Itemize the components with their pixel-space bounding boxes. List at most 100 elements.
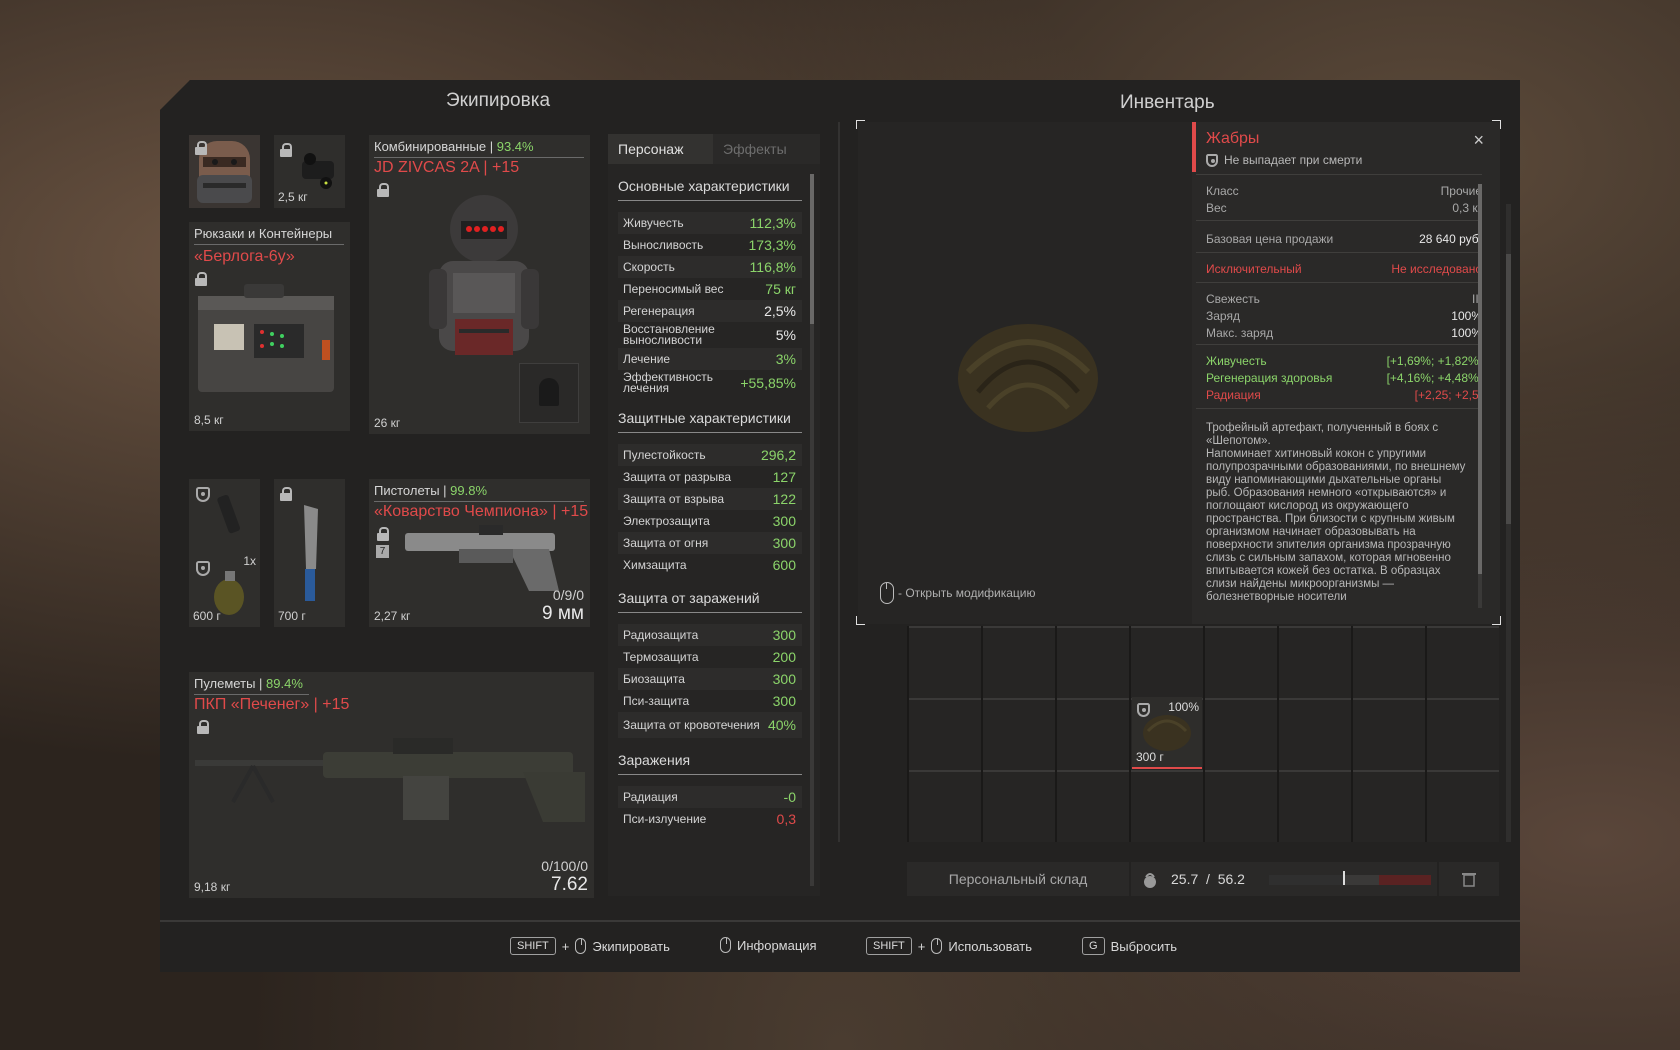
- device-weight: 2,5 кг: [278, 190, 308, 204]
- effect-row: Живучесть [+1,69%; +1,82%]: [1206, 354, 1482, 368]
- grenade-slot[interactable]: 1x 600 г: [189, 479, 260, 627]
- stat-row: Защита от разрыва 127: [618, 466, 802, 488]
- pistol-ammo: 0/9/0: [552, 587, 584, 603]
- stats-section-title: Основные характеристики: [618, 178, 802, 201]
- key-cap: SHIFT: [510, 937, 556, 955]
- info-scrollbar-thumb[interactable]: [1478, 184, 1482, 574]
- effect-row: Регенерация здоровья [+4,16%; +4,48%]: [1206, 371, 1482, 385]
- stat-name: Защита от огня: [623, 535, 709, 550]
- info-divider: [1196, 252, 1482, 253]
- inventory-grid[interactable]: [907, 626, 1499, 842]
- price-label: Базовая цена продажи: [1206, 232, 1334, 246]
- max-charge-row: Макс. заряд 100%: [1206, 326, 1482, 340]
- artifact-gills-icon: [1143, 715, 1191, 751]
- stat-value: 296,2: [760, 447, 796, 463]
- machine-gun-icon: [195, 738, 585, 822]
- trash-button[interactable]: [1439, 862, 1499, 896]
- rarity-label: Исключительный: [1206, 262, 1302, 276]
- stat-name: Переносимый вес: [623, 281, 724, 296]
- hint-2: SHIFT + Использовать: [866, 937, 1032, 955]
- armor-category-line: Комбинированные | 93.4%: [374, 139, 534, 154]
- effect-row: Радиация [+2,25; +2,5]: [1206, 388, 1482, 402]
- charge-label: Заряд: [1206, 309, 1240, 323]
- stats-section-title: Защитные характеристики: [618, 410, 802, 433]
- stat-value: 300: [772, 535, 796, 551]
- grenade-weight: 600 г: [193, 609, 221, 623]
- device-slot[interactable]: 2,5 кг: [274, 135, 345, 208]
- pistol-durability: 99.8%: [450, 483, 488, 498]
- plus-sign: +: [561, 938, 570, 954]
- stat-row: Химзащита 600: [618, 554, 802, 576]
- mg-slot[interactable]: Пулеметы | 89.4% ПКП «Печенег» | +15 0/1…: [189, 672, 594, 898]
- stat-name: Скорость: [623, 259, 675, 274]
- effect-value: [+4,16%; +4,48%]: [1386, 371, 1482, 385]
- info-scrollbar[interactable]: [1478, 184, 1482, 608]
- weight-row: Вес 0,3 кг: [1206, 201, 1482, 215]
- effect-name: Живучесть: [1206, 354, 1267, 368]
- open-mod-hint-text: - Открыть модификацию: [898, 586, 1036, 600]
- stat-name: Защита от кровотечения: [623, 717, 760, 732]
- stat-name: Радиозащита: [623, 627, 699, 642]
- armor-name: JD ZIVCAS 2A: [374, 159, 479, 176]
- item-description: Трофейный артефакт, полученный в боях с …: [1206, 422, 1466, 603]
- armor-slot[interactable]: Комбинированные | 93.4% JD ZIVCAS 2A | +…: [369, 135, 590, 434]
- close-icon[interactable]: ×: [1473, 130, 1484, 151]
- pistol-name: «Коварство Чемпиона»: [374, 503, 548, 520]
- mg-underline: [194, 694, 309, 695]
- stats-section-title: Защита от заражений: [618, 590, 802, 613]
- info-divider: [1196, 344, 1482, 345]
- info-divider: [1196, 408, 1482, 409]
- weight-current: 25.7: [1171, 871, 1199, 887]
- pistol-upgrade: +15: [560, 503, 589, 520]
- stat-value: 122: [772, 491, 796, 507]
- personal-stash-button[interactable]: Персональный склад: [907, 862, 1129, 896]
- tab-character[interactable]: Персонаж: [608, 134, 713, 164]
- face-slot[interactable]: [189, 135, 260, 208]
- tab-effects[interactable]: Эффекты: [713, 134, 820, 164]
- knife-slot[interactable]: 700 г: [274, 479, 345, 627]
- armor-category: Комбинированные: [374, 139, 487, 154]
- backpack-underline: [194, 244, 344, 245]
- armor-suit-icon: [429, 195, 539, 355]
- grid-item-weight: 300 г: [1136, 750, 1164, 764]
- armor-underline: [374, 157, 584, 158]
- stat-row: Переносимый вес 75 кг: [618, 278, 802, 300]
- hint-1: Информация: [720, 937, 817, 953]
- armor-upgrade: +15: [491, 159, 520, 176]
- stat-value: 2,5%: [764, 303, 796, 319]
- effect-value: [+1,69%; +1,82%]: [1386, 354, 1482, 368]
- backpack-name: «Берлога-6у»: [194, 248, 295, 265]
- class-row: Класс Прочие: [1206, 184, 1482, 198]
- open-mod-hint[interactable]: - Открыть модификацию: [880, 582, 1036, 604]
- stat-name: Защита от взрыва: [623, 491, 725, 506]
- lock-icon: [377, 183, 389, 197]
- lock-icon: [377, 527, 389, 541]
- stat-name: Электрозащита: [623, 513, 710, 528]
- stat-value: 112,3%: [749, 215, 796, 231]
- info-divider: [1196, 174, 1482, 175]
- inventory-scrollbar[interactable]: [1506, 204, 1511, 842]
- stats-tabs: Персонаж Эффекты: [608, 134, 820, 164]
- research-status: Не исследовано: [1391, 262, 1482, 276]
- armor-container-slot[interactable]: [519, 363, 579, 423]
- pistol-slot[interactable]: Пистолеты | 99.8% «Коварство Чемпиона» |…: [369, 479, 590, 627]
- stats-scrollbar-thumb[interactable]: [810, 174, 814, 324]
- stat-row: Выносливость 173,3%: [618, 234, 802, 256]
- rarity-row: Исключительный Не исследовано: [1206, 262, 1482, 276]
- info-divider: [1196, 220, 1482, 221]
- stat-value: +55,85%: [740, 375, 796, 391]
- stat-name: Термозащита: [623, 649, 699, 664]
- inventory-scrollbar-thumb[interactable]: [1506, 254, 1511, 524]
- hint-label: Использовать: [948, 938, 1033, 954]
- stat-row: Биозащита 300: [618, 668, 802, 690]
- stat-value: 173,3%: [748, 237, 796, 253]
- stat-value: 300: [772, 627, 796, 643]
- stat-row: Радиозащита 300: [618, 624, 802, 646]
- stats-scrollbar[interactable]: [810, 174, 814, 886]
- stat-value: 300: [772, 671, 796, 687]
- inventory-item-gills[interactable]: 100% 300 г: [1132, 697, 1202, 769]
- artifact-gills-icon: [958, 324, 1098, 432]
- max-charge-label: Макс. заряд: [1206, 326, 1274, 340]
- backpack-slot[interactable]: Рюкзаки и Контейнеры «Берлога-6у» 8,5 кг: [189, 222, 350, 431]
- weight-label: Вес: [1206, 201, 1227, 215]
